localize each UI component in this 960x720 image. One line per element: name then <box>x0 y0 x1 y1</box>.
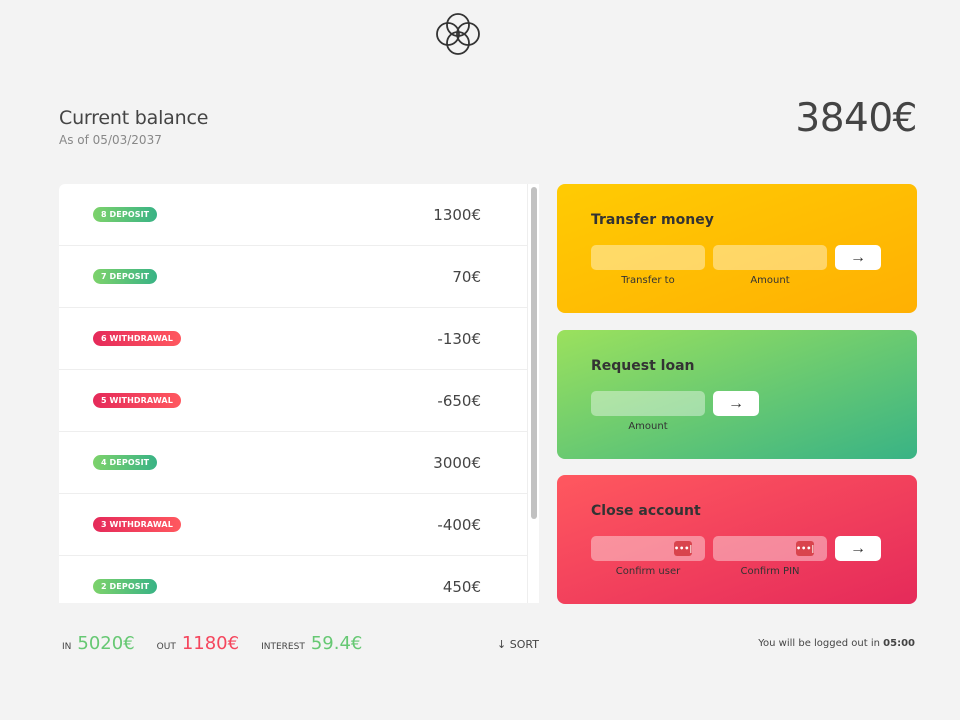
movement-type-badge: 6 withdrawal <box>93 331 181 346</box>
movements-list[interactable]: 8 deposit 1300€ 7 deposit 70€ 6 withdraw… <box>59 184 539 603</box>
loan-submit-button[interactable]: → <box>713 391 759 416</box>
scrollbar-thumb[interactable] <box>531 187 537 519</box>
movement-row: 2 deposit 450€ <box>59 556 527 603</box>
movement-value: -130€ <box>437 329 481 348</box>
movement-value: -400€ <box>437 515 481 534</box>
movement-type-badge: 4 deposit <box>93 455 158 470</box>
password-key-icon[interactable]: •••| <box>674 541 692 556</box>
transfer-panel: Transfer money → Transfer to Amount <box>557 184 917 313</box>
movement-row: 5 withdrawal -650€ <box>59 370 527 432</box>
movement-type-badge: 2 deposit <box>93 579 158 594</box>
movement-row: 6 withdrawal -130€ <box>59 308 527 370</box>
movement-value: -650€ <box>437 391 481 410</box>
transfer-submit-button[interactable]: → <box>835 245 881 270</box>
password-key-icon[interactable]: •••| <box>796 541 814 556</box>
transfer-amount-input[interactable] <box>713 245 827 270</box>
summary-bar: IN 5020€ OUT 1180€ INTEREST 59.4€ <box>62 633 384 654</box>
flower-logo-icon <box>436 13 480 55</box>
summary-out-value: 1180€ <box>181 633 240 654</box>
transfer-title: Transfer money <box>591 212 714 228</box>
movement-row: 8 deposit 1300€ <box>59 184 527 246</box>
close-account-submit-button[interactable]: → <box>835 536 881 561</box>
transfer-to-label: Transfer to <box>621 275 675 286</box>
confirm-user-input[interactable]: •••| <box>591 536 705 561</box>
movement-value: 450€ <box>442 577 481 596</box>
movement-type-badge: 3 withdrawal <box>93 517 181 532</box>
loan-amount-input[interactable] <box>591 391 705 416</box>
confirm-user-label: Confirm user <box>615 566 681 577</box>
close-account-panel: Close account •••| •••| → Confirm user C… <box>557 475 917 604</box>
sort-button[interactable]: ↓ SORT <box>497 638 539 651</box>
confirm-pin-label: Confirm PIN <box>740 566 800 577</box>
movement-type-badge: 7 deposit <box>93 269 158 284</box>
movement-row: 3 withdrawal -400€ <box>59 494 527 556</box>
balance-title: Current balance <box>59 107 209 129</box>
movement-row: 7 deposit 70€ <box>59 246 527 308</box>
logout-timer: You will be logged out in 05:00 <box>758 638 915 649</box>
transfer-amount-label: Amount <box>750 275 790 286</box>
logout-timer-value: 05:00 <box>883 638 915 649</box>
movements-scrollbar[interactable] <box>527 184 539 603</box>
movement-type-badge: 8 deposit <box>93 207 158 222</box>
logout-text: You will be logged out in <box>758 638 880 649</box>
transfer-to-input[interactable] <box>591 245 705 270</box>
summary-interest-label: INTEREST <box>261 642 305 652</box>
loan-panel: Request loan → Amount <box>557 330 917 459</box>
movement-value: 70€ <box>452 267 481 286</box>
balance-date-prefix: As of <box>59 133 89 147</box>
confirm-pin-input[interactable]: •••| <box>713 536 827 561</box>
movement-row: 4 deposit 3000€ <box>59 432 527 494</box>
loan-title: Request loan <box>591 358 695 374</box>
movement-type-badge: 5 withdrawal <box>93 393 181 408</box>
movement-value: 1300€ <box>433 205 481 224</box>
summary-interest-value: 59.4€ <box>310 633 363 654</box>
movement-value: 3000€ <box>433 453 481 472</box>
summary-out-label: OUT <box>156 642 176 652</box>
balance-value: 3840€ <box>795 96 917 141</box>
balance-date-value: 05/03/2037 <box>92 133 162 147</box>
balance-date: As of 05/03/2037 <box>59 133 162 147</box>
summary-in-value: 5020€ <box>77 633 135 654</box>
close-account-title: Close account <box>591 503 701 519</box>
summary-in-label: IN <box>62 642 72 652</box>
loan-amount-label: Amount <box>628 421 668 432</box>
